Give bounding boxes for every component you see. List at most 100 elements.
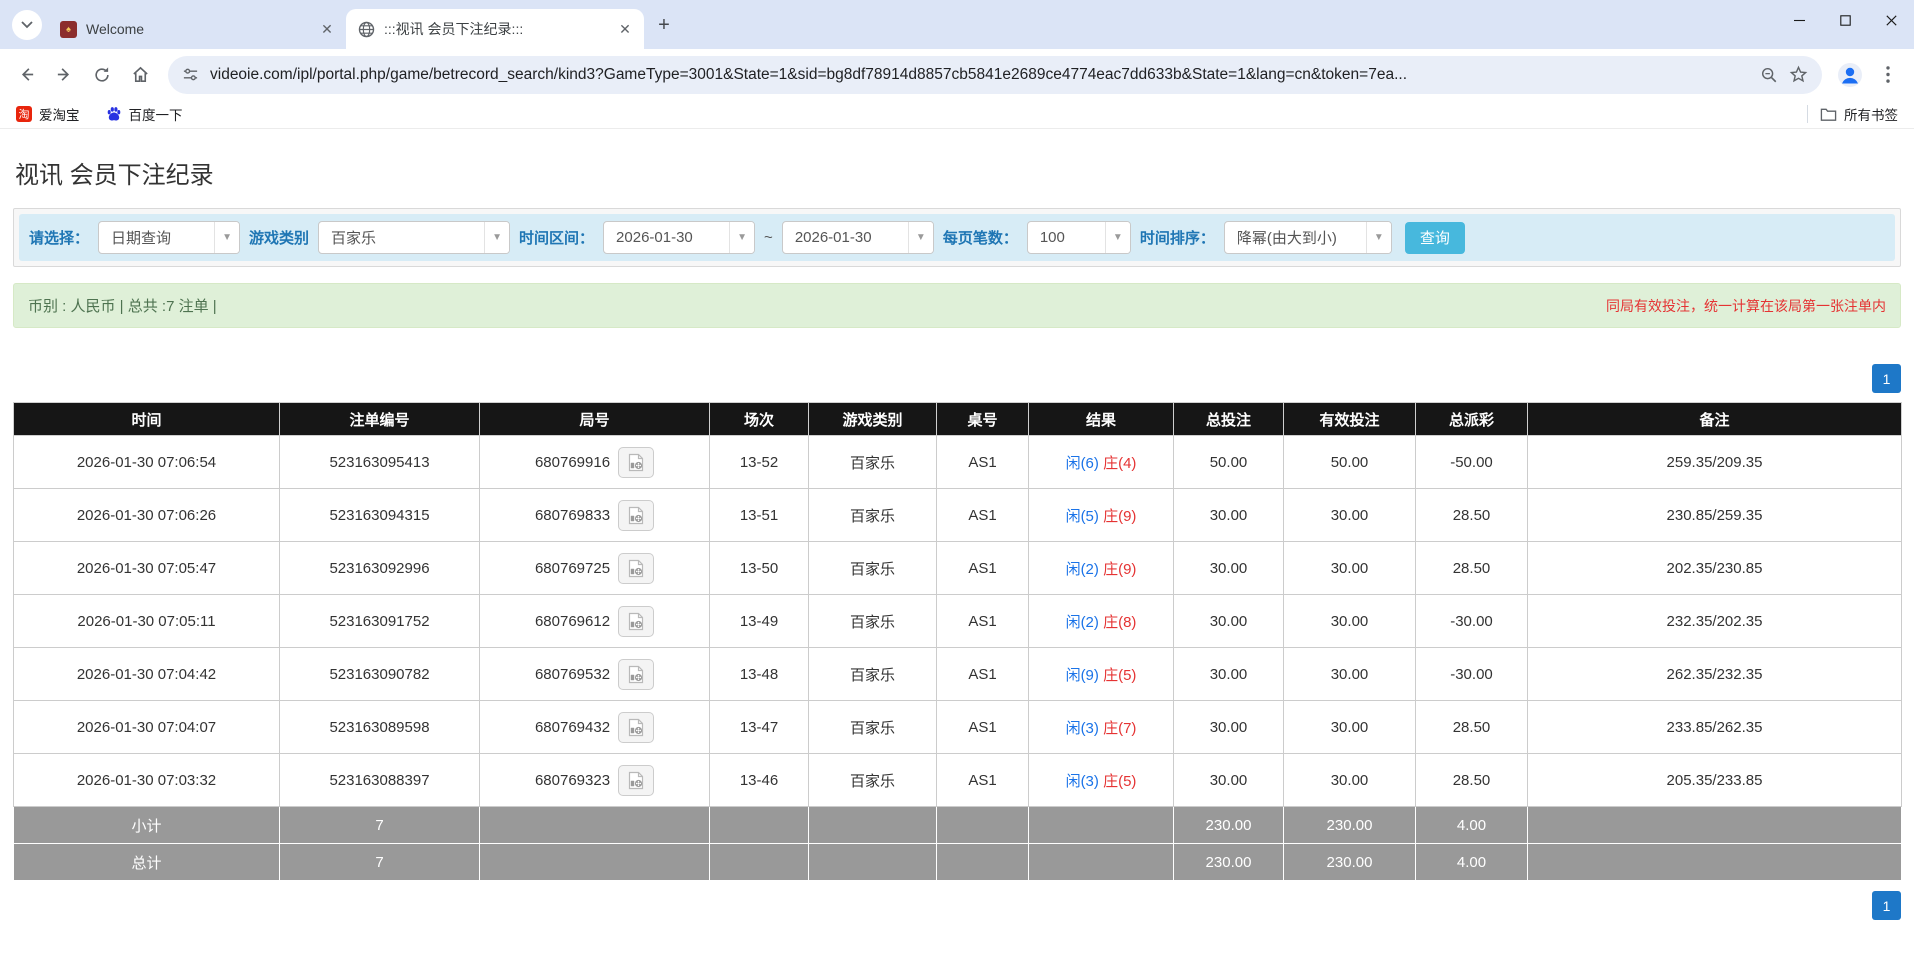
col-time: 时间 xyxy=(14,403,280,436)
date-to-dropdown[interactable]: 2026-01-30 ▼ xyxy=(782,221,934,254)
video-record-icon xyxy=(628,771,645,790)
game-type-dropdown[interactable]: 百家乐 ▼ xyxy=(318,221,510,254)
round-no-cell: 680769612 xyxy=(480,595,710,648)
total-bet-cell[interactable]: 30.00 xyxy=(1174,542,1284,595)
page-size-dropdown[interactable]: 100 ▼ xyxy=(1027,221,1131,254)
payout-cell: -30.00 xyxy=(1416,648,1528,701)
sort-dropdown[interactable]: 降幂(由大到小) ▼ xyxy=(1224,221,1392,254)
table-no-cell: AS1 xyxy=(937,436,1029,489)
tab-betrecord[interactable]: :::视讯 会员下注纪录::: ✕ xyxy=(346,9,644,49)
chevron-down-icon[interactable]: ▼ xyxy=(484,222,509,253)
result-cell: 闲(3) 庄(7) xyxy=(1029,701,1174,754)
new-tab-button[interactable]: + xyxy=(650,11,678,39)
folder-icon xyxy=(1820,107,1837,122)
summary-currency-count: 币别 : 人民币 | 总共 :7 注单 | xyxy=(28,295,217,316)
total-bet-cell[interactable]: 30.00 xyxy=(1174,701,1284,754)
result-banker: 庄(5) xyxy=(1103,773,1136,790)
video-replay-button[interactable] xyxy=(618,765,654,796)
video-replay-button[interactable] xyxy=(618,500,654,531)
table-row: 2026-01-30 07:04:07 523163089598 6807694… xyxy=(14,701,1902,754)
result-banker: 庄(8) xyxy=(1103,614,1136,631)
total-bet-cell[interactable]: 30.00 xyxy=(1174,648,1284,701)
bookmark-baidu[interactable]: 百度一下 xyxy=(106,104,183,124)
video-replay-button[interactable] xyxy=(618,447,654,478)
total-bet-cell[interactable]: 30.00 xyxy=(1174,489,1284,542)
tab-search-button[interactable] xyxy=(12,10,42,40)
taobao-icon: 淘 xyxy=(16,106,32,122)
result-player: 闲(2) xyxy=(1066,614,1099,631)
bet-no-cell: 523163091752 xyxy=(280,595,480,648)
result-banker: 庄(4) xyxy=(1103,455,1136,472)
welcome-favicon-icon: ♠ xyxy=(60,21,77,38)
table-row: 2026-01-30 07:04:42 523163090782 6807695… xyxy=(14,648,1902,701)
result-player: 闲(2) xyxy=(1066,561,1099,578)
summary-notice: 同局有效投注，统一计算在该局第一张注单内 xyxy=(1606,296,1886,316)
video-replay-button[interactable] xyxy=(618,712,654,743)
site-settings-icon[interactable] xyxy=(182,66,199,83)
result-banker: 庄(9) xyxy=(1103,508,1136,525)
forward-button[interactable] xyxy=(48,59,80,91)
bookmark-aitaobao[interactable]: 淘 爱淘宝 xyxy=(16,104,80,124)
all-bookmarks-button[interactable]: 所有书签 xyxy=(1820,104,1898,124)
chevron-down-icon[interactable]: ▼ xyxy=(729,222,754,253)
game-type-cell: 百家乐 xyxy=(809,754,937,807)
select-mode-dropdown[interactable]: 日期查询 ▼ xyxy=(98,221,240,254)
chevron-down-icon[interactable]: ▼ xyxy=(908,222,933,253)
url-text[interactable]: videoie.com/ipl/portal.php/game/betrecor… xyxy=(210,66,1749,84)
video-replay-button[interactable] xyxy=(618,659,654,690)
table-no-cell: AS1 xyxy=(937,648,1029,701)
col-valid-bet: 有效投注 xyxy=(1284,403,1416,436)
result-player: 闲(3) xyxy=(1066,773,1099,790)
round-no-value: 680769612 xyxy=(535,613,610,630)
col-bet-no: 注单编号 xyxy=(280,403,480,436)
zoom-icon[interactable] xyxy=(1760,66,1778,84)
time-cell: 2026-01-30 07:06:26 xyxy=(14,489,280,542)
chevron-down-icon[interactable]: ▼ xyxy=(214,222,239,253)
table-row: 2026-01-30 07:06:26 523163094315 6807698… xyxy=(14,489,1902,542)
bet-records-table: 时间 注单编号 局号 场次 游戏类别 桌号 结果 总投注 有效投注 总派彩 备注… xyxy=(13,402,1902,881)
tab-close-icon[interactable]: ✕ xyxy=(318,20,336,38)
chevron-down-icon[interactable]: ▼ xyxy=(1105,222,1130,253)
round-no-value: 680769532 xyxy=(535,666,610,683)
bet-no-cell: 523163090782 xyxy=(280,648,480,701)
search-button[interactable]: 查询 xyxy=(1405,222,1465,254)
game-type-cell: 百家乐 xyxy=(809,648,937,701)
bookmark-label: 爱淘宝 xyxy=(39,104,80,124)
maximize-button[interactable] xyxy=(1822,0,1868,40)
reload-button[interactable] xyxy=(86,59,118,91)
bookmark-label: 百度一下 xyxy=(129,104,183,124)
result-cell: 闲(5) 庄(9) xyxy=(1029,489,1174,542)
total-bet-cell[interactable]: 30.00 xyxy=(1174,754,1284,807)
minimize-button[interactable] xyxy=(1776,0,1822,40)
video-replay-button[interactable] xyxy=(618,606,654,637)
page-number-button[interactable]: 1 xyxy=(1872,891,1901,920)
home-button[interactable] xyxy=(124,59,156,91)
date-from-dropdown[interactable]: 2026-01-30 ▼ xyxy=(603,221,755,254)
session-cell: 13-52 xyxy=(710,436,809,489)
tab-close-icon[interactable]: ✕ xyxy=(616,20,634,38)
page-number-button[interactable]: 1 xyxy=(1872,364,1901,393)
valid-bet-cell: 30.00 xyxy=(1284,754,1416,807)
result-banker: 庄(5) xyxy=(1103,667,1136,684)
tab-welcome[interactable]: ♠ Welcome ✕ xyxy=(48,9,346,49)
footer-payout-cell: 4.00 xyxy=(1416,807,1528,844)
video-record-icon xyxy=(628,612,645,631)
address-bar[interactable]: videoie.com/ipl/portal.php/game/betrecor… xyxy=(168,56,1822,94)
filter-panel: 请选择： 日期查询 ▼ 游戏类别 百家乐 ▼ 时间区间： 2026-01-30 … xyxy=(13,208,1901,267)
page-size-value: 100 xyxy=(1028,229,1105,246)
menu-kebab-icon[interactable] xyxy=(1872,59,1904,91)
table-no-cell: AS1 xyxy=(937,754,1029,807)
back-button[interactable] xyxy=(10,59,42,91)
round-no-cell: 680769532 xyxy=(480,648,710,701)
profile-avatar[interactable] xyxy=(1834,59,1866,91)
video-replay-button[interactable] xyxy=(618,553,654,584)
total-bet-cell[interactable]: 30.00 xyxy=(1174,595,1284,648)
bookmark-star-icon[interactable] xyxy=(1789,65,1808,84)
session-cell: 13-46 xyxy=(710,754,809,807)
remark-cell: 233.85/262.35 xyxy=(1528,701,1902,754)
total-bet-cell[interactable]: 50.00 xyxy=(1174,436,1284,489)
close-window-button[interactable] xyxy=(1868,0,1914,40)
page-title: 视讯 会员下注纪录 xyxy=(15,155,1901,190)
chevron-down-icon[interactable]: ▼ xyxy=(1366,222,1391,253)
round-no-cell: 680769323 xyxy=(480,754,710,807)
